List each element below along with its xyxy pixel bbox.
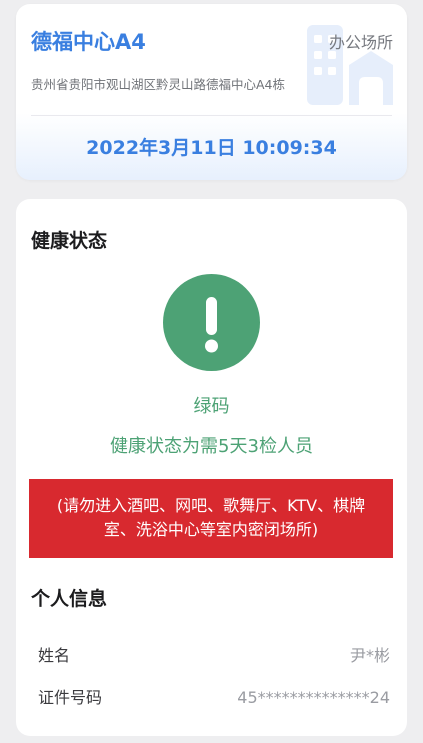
info-row-id-number: 证件号码 45**************24: [38, 688, 390, 708]
scan-datetime: 2022年3月11日 10:09:34: [86, 137, 337, 159]
venue-type: 办公场所: [328, 33, 393, 52]
info-value: 尹*彬: [349, 646, 390, 665]
warning-banner: (请勿进入酒吧、网吧、歌舞厅、KTV、棋牌 室、洗浴中心等室内密闭场所): [29, 479, 393, 558]
exclamation-icon: [163, 274, 260, 371]
info-value: 45**************24: [237, 688, 390, 707]
venue-address: 贵州省贵阳市观山湖区黔灵山路德福中心A4栋: [31, 77, 286, 92]
info-label: 姓名: [38, 646, 71, 665]
health-card: 健康状态 绿码 健康状态为需5天3检人员 (请勿进入酒吧、网吧、歌舞厅、KTV、…: [16, 199, 407, 736]
health-section-title: 健康状态: [31, 230, 108, 252]
warning-line-1: (请勿进入酒吧、网吧、歌舞厅、KTV、棋牌: [56, 496, 366, 515]
info-label: 证件号码: [38, 688, 103, 707]
health-status-text: 健康状态为需5天3检人员: [110, 436, 313, 457]
venue-name: 德福中心A4: [31, 30, 146, 54]
personal-section-title: 个人信息: [31, 588, 108, 610]
health-code-name: 绿码: [193, 396, 230, 417]
warning-line-2: 室、洗浴中心等室内密闭场所): [103, 520, 319, 539]
info-row-name: 姓名 尹*彬: [38, 646, 390, 666]
venue-card: 德福中心A4 办公场所 贵州省贵阳市观山湖区黔灵山路德福中心A4栋 2022年3…: [16, 4, 407, 180]
divider: [31, 115, 392, 116]
